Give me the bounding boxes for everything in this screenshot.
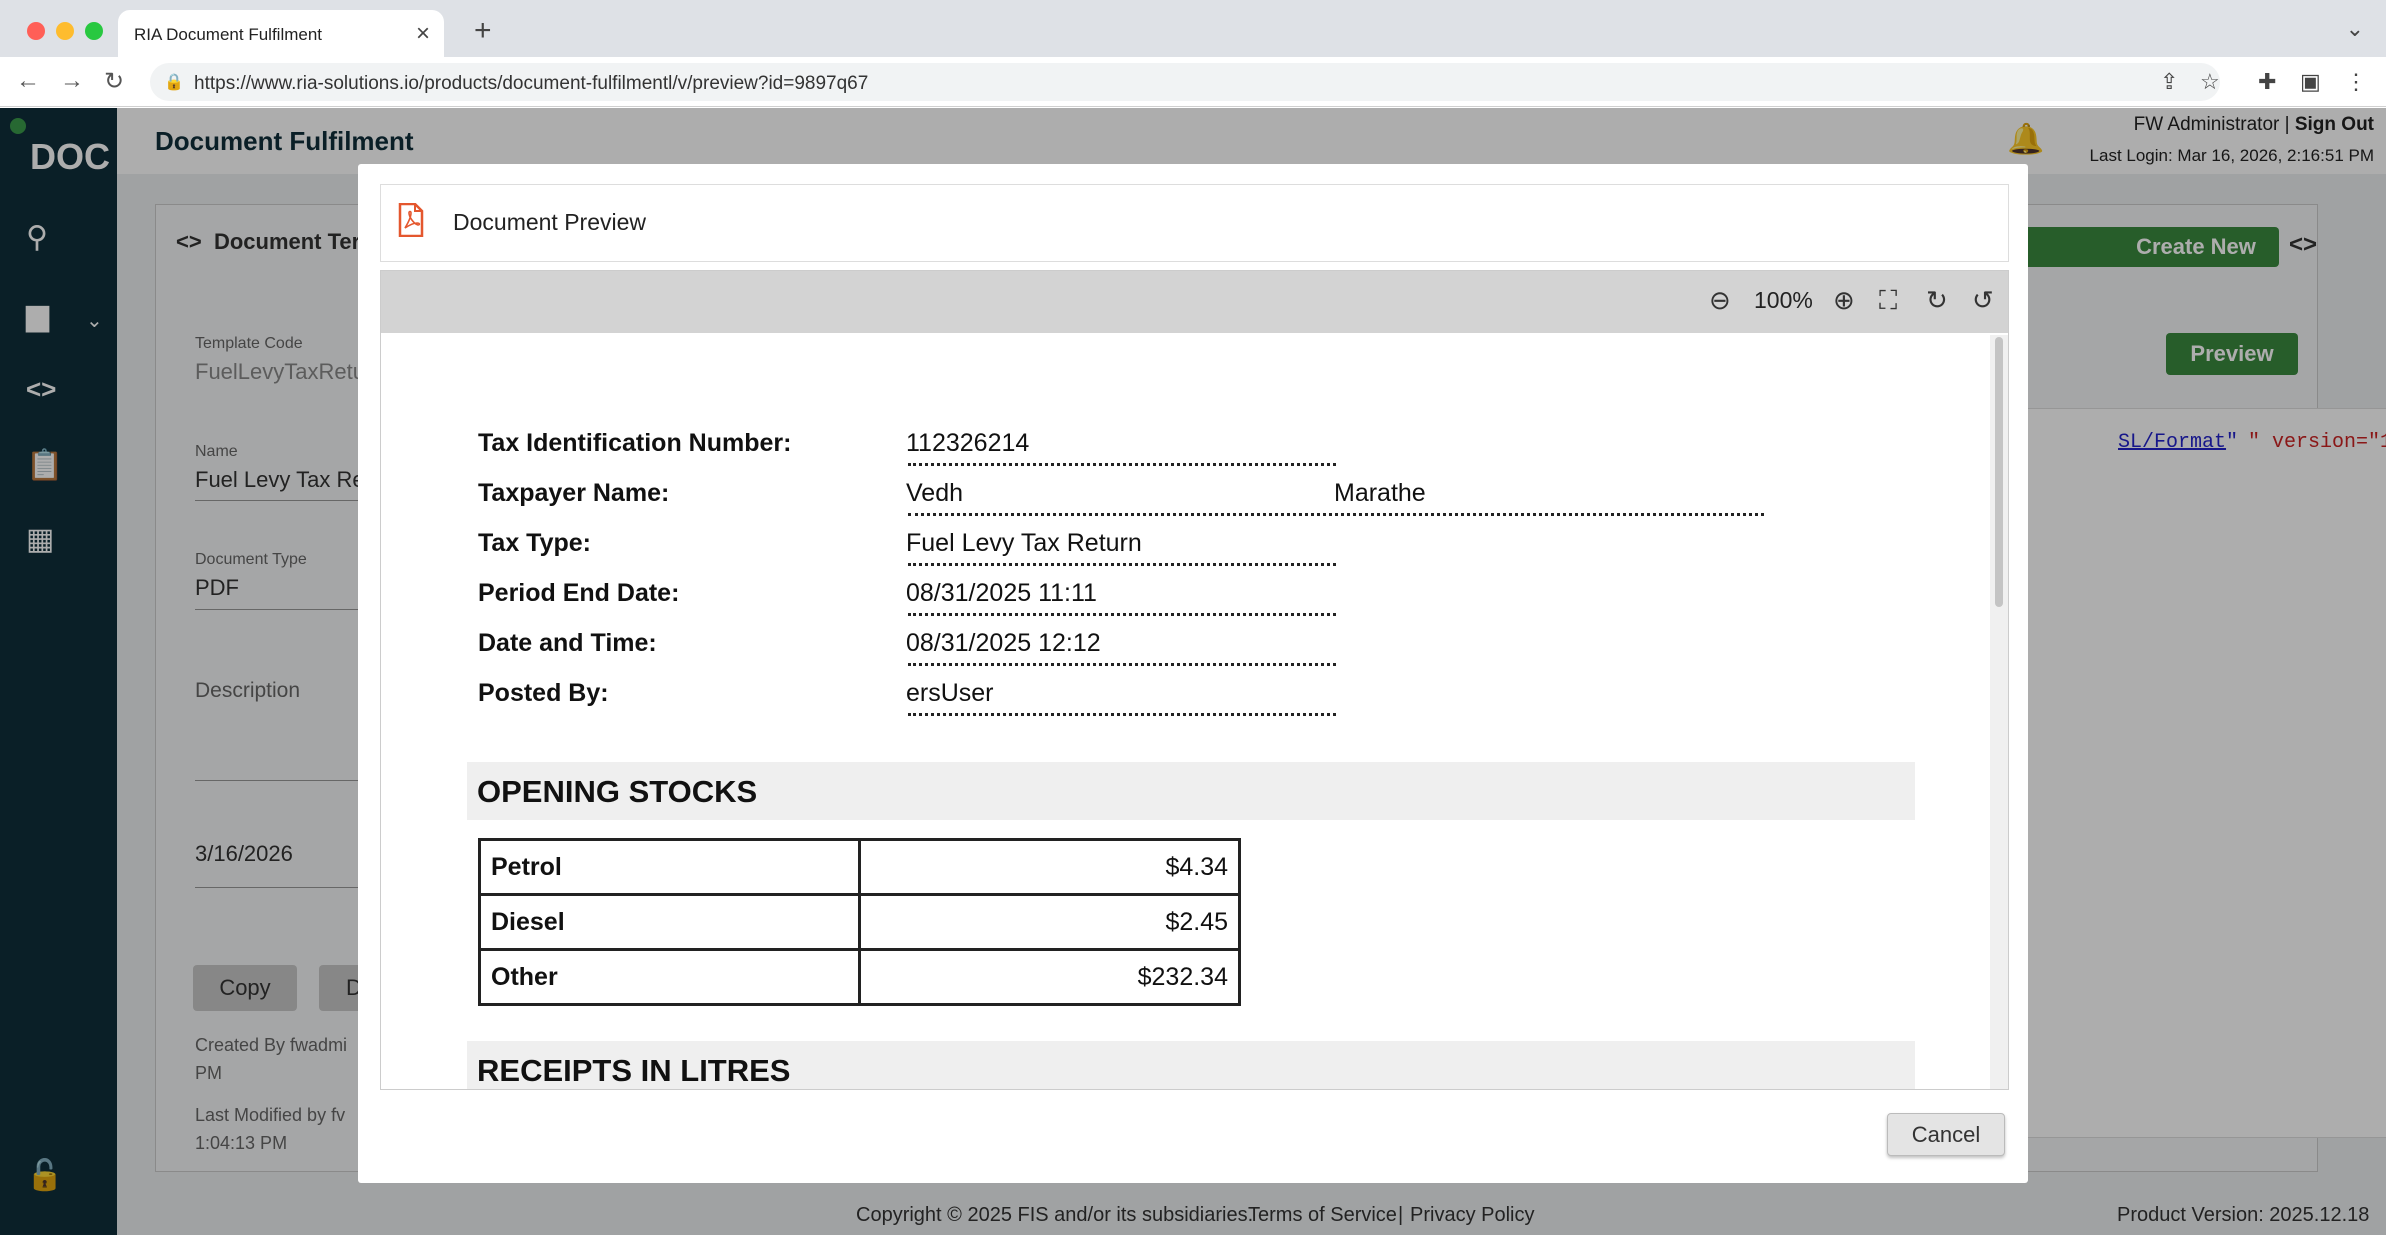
field-label: Tax Identification Number: [478, 429, 792, 457]
field-label: Date and Time: [478, 629, 657, 657]
section-title: RECEIPTS IN LITRES [477, 1053, 791, 1088]
zoom-out-icon[interactable]: ⊖ [1709, 285, 1731, 316]
dotted-underline [908, 563, 1336, 566]
close-window-button[interactable] [27, 22, 45, 40]
section-header-receipts: RECEIPTS IN LITRES [467, 1041, 1915, 1089]
dotted-underline [908, 513, 1764, 516]
tab-title: RIA Document Fulfilment [134, 25, 323, 44]
stock-name: Petrol [478, 838, 861, 896]
side-panel-icon[interactable]: ▣ [2300, 69, 2321, 95]
field-value: 112326214 [906, 429, 1030, 457]
scrollbar-thumb[interactable] [1995, 337, 2003, 607]
field-label: Posted By: [478, 679, 609, 707]
opening-stocks-table: Petrol $4.34 Diesel $2.45 Other $232.34 [478, 838, 1241, 1006]
reload-icon[interactable]: ↻ [104, 67, 124, 96]
field-value: 08/31/2025 12:12 [906, 629, 1101, 657]
zoom-in-icon[interactable]: ⊕ [1833, 285, 1855, 316]
maximize-window-button[interactable] [85, 22, 103, 40]
dotted-underline [908, 713, 1336, 716]
section-title: OPENING STOCKS [477, 774, 758, 809]
pdf-viewer: ⊖ 100% ⊕ ⛶ ↻ ↺ Tax Identification Number… [380, 270, 2009, 1090]
stock-value: $232.34 [858, 948, 1241, 1006]
table-row: Diesel $2.45 [478, 893, 1241, 951]
chevron-down-icon[interactable]: ⌄ [2346, 16, 2364, 42]
lock-icon: 🔒 [164, 74, 184, 91]
pdf-scrollbar[interactable] [1990, 335, 2008, 1089]
rotate-clockwise-icon[interactable]: ↻ [1926, 285, 1948, 316]
pdf-page: Tax Identification Number: 112326214 Tax… [381, 333, 1992, 1089]
pdf-file-icon [398, 203, 424, 237]
dotted-underline [908, 613, 1336, 616]
field-value: Vedh [906, 479, 964, 507]
field-value-surname: Marathe [1334, 479, 1426, 507]
browser-tab-bar: RIA Document Fulfilment × + ⌄ [0, 0, 2386, 57]
cancel-button[interactable]: Cancel [1887, 1113, 2005, 1156]
bookmark-star-icon[interactable]: ☆ [2200, 69, 2220, 95]
section-header-opening-stocks: OPENING STOCKS [467, 762, 1915, 820]
pdf-toolbar: ⊖ 100% ⊕ ⛶ ↻ ↺ [381, 271, 2008, 333]
rotate-counterclockwise-icon[interactable]: ↺ [1972, 285, 1994, 316]
browser-menu-icon[interactable]: ⋮ [2345, 69, 2367, 95]
fullscreen-icon[interactable]: ⛶ [1879, 285, 1897, 317]
minimize-window-button[interactable] [56, 22, 74, 40]
field-value: 08/31/2025 11:11 [906, 579, 1097, 607]
address-bar-row: ← → ↻ 🔒 https://www.ria-solutions.io/pro… [0, 57, 2386, 107]
extensions-icon[interactable]: ✚ [2258, 69, 2276, 95]
table-row: Other $232.34 [478, 948, 1241, 1006]
stock-name: Other [478, 948, 861, 1006]
back-icon[interactable]: ← [16, 67, 40, 95]
table-row: Petrol $4.34 [478, 838, 1241, 896]
modal-title: Document Preview [453, 209, 647, 235]
url-field[interactable]: 🔒 https://www.ria-solutions.io/products/… [150, 63, 2220, 101]
field-value: Fuel Levy Tax Return [906, 529, 1142, 557]
field-label: Tax Type: [478, 529, 591, 557]
browser-tab[interactable]: RIA Document Fulfilment × [118, 10, 444, 57]
field-label: Taxpayer Name: [478, 479, 670, 507]
dotted-underline [908, 463, 1336, 466]
stock-value: $4.34 [858, 838, 1241, 896]
share-icon[interactable]: ⇪ [2160, 69, 2178, 95]
url-text: https://www.ria-solutions.io/products/do… [194, 73, 869, 94]
zoom-level: 100% [1754, 287, 1813, 313]
close-tab-icon[interactable]: × [416, 20, 430, 48]
dotted-underline [908, 663, 1336, 666]
modal-header: Document Preview [380, 184, 2009, 262]
new-tab-icon[interactable]: + [474, 14, 492, 48]
document-preview-modal: Document Preview ⊖ 100% ⊕ ⛶ ↻ ↺ Tax Iden… [358, 164, 2028, 1183]
forward-icon[interactable]: → [60, 67, 84, 95]
field-label: Period End Date: [478, 579, 680, 607]
stock-value: $2.45 [858, 893, 1241, 951]
field-value: ersUser [906, 679, 994, 707]
stock-name: Diesel [478, 893, 861, 951]
